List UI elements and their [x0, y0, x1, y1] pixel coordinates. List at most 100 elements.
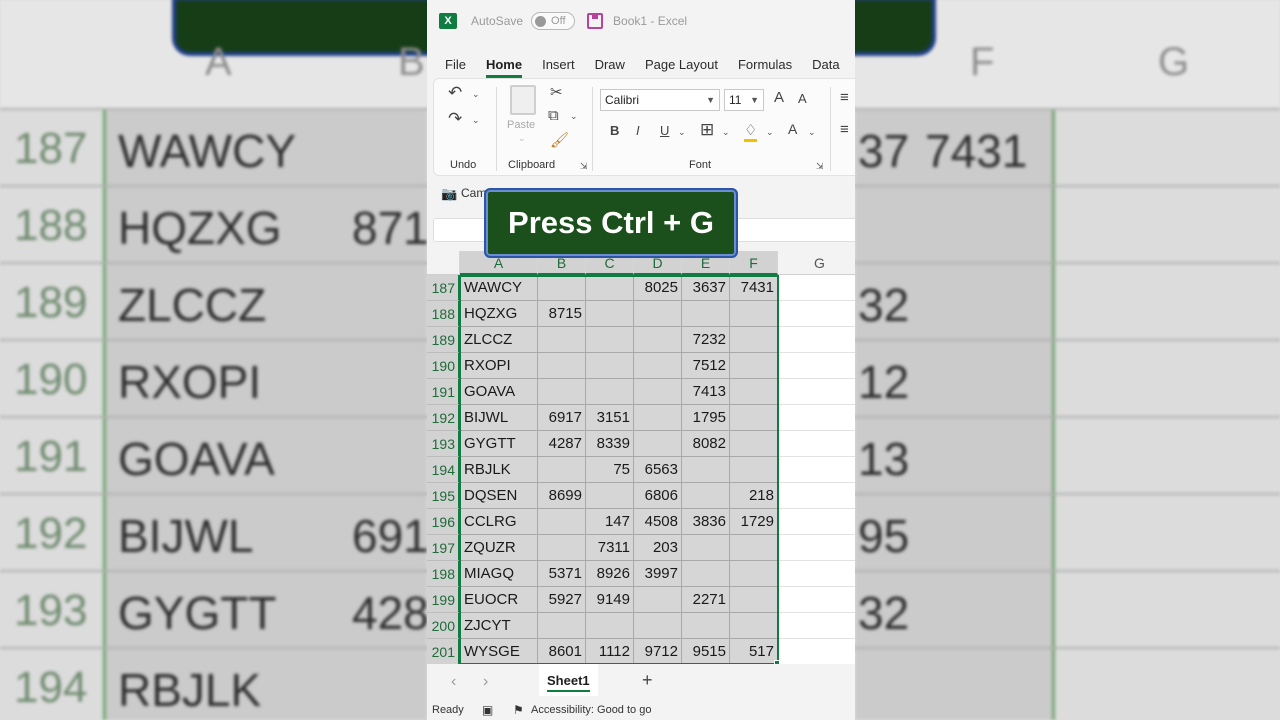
row-header[interactable]: 197 [427, 535, 460, 561]
cell-b[interactable] [538, 613, 586, 639]
cell-e[interactable]: 7512 [682, 353, 730, 379]
cell-g[interactable] [778, 587, 855, 613]
cell-a[interactable]: WYSGE [460, 639, 538, 665]
row-header[interactable]: 195 [427, 483, 460, 509]
cell-c[interactable]: 8339 [586, 431, 634, 457]
cell-b[interactable]: 5371 [538, 561, 586, 587]
paste-label[interactable]: Paste [507, 119, 535, 131]
cell-a[interactable]: WAWCY [460, 275, 538, 301]
row-header[interactable]: 199 [427, 587, 460, 613]
cell-a[interactable]: RXOPI [460, 353, 538, 379]
cut-icon[interactable]: ✂ [550, 83, 563, 101]
cell-c[interactable]: 1112 [586, 639, 634, 665]
cell-b[interactable]: 8699 [538, 483, 586, 509]
cell-d[interactable] [634, 405, 682, 431]
cell-c[interactable] [586, 613, 634, 639]
accessibility-icon[interactable]: ⚑ [513, 700, 524, 720]
cell-e[interactable]: 3836 [682, 509, 730, 535]
cell-f[interactable]: 218 [730, 483, 778, 509]
cell-c[interactable]: 9149 [586, 587, 634, 613]
cell-e[interactable] [682, 457, 730, 483]
cell-e[interactable]: 1795 [682, 405, 730, 431]
cell-e[interactable] [682, 301, 730, 327]
cell-b[interactable]: 5927 [538, 587, 586, 613]
cell-f[interactable]: 1729 [730, 509, 778, 535]
camera-icon[interactable]: 📷 [441, 186, 457, 202]
cell-b[interactable]: 8601 [538, 639, 586, 665]
cell-f[interactable] [730, 613, 778, 639]
fill-color-icon[interactable]: ♢ [744, 121, 758, 142]
cell-f[interactable] [730, 405, 778, 431]
tab-data[interactable]: Data [812, 57, 839, 78]
font-color-icon[interactable]: A [788, 121, 797, 137]
cell-d[interactable]: 6806 [634, 483, 682, 509]
cell-d[interactable] [634, 613, 682, 639]
cell-a[interactable]: GOAVA [460, 379, 538, 405]
cell-f[interactable] [730, 379, 778, 405]
cell-g[interactable] [778, 639, 855, 665]
align-left-icon[interactable]: ≡ [840, 121, 849, 138]
cell-c[interactable]: 3151 [586, 405, 634, 431]
italic-button[interactable]: I [636, 123, 640, 138]
cell-d[interactable]: 8025 [634, 275, 682, 301]
cell-g[interactable] [778, 613, 855, 639]
align-top-icon[interactable]: ≡ [840, 89, 849, 106]
macro-record-icon[interactable]: ▣ [482, 700, 493, 720]
cell-c[interactable] [586, 327, 634, 353]
cell-e[interactable] [682, 483, 730, 509]
cell-b[interactable]: 8715 [538, 301, 586, 327]
cell-c[interactable]: 7311 [586, 535, 634, 561]
cell-a[interactable]: EUOCR [460, 587, 538, 613]
cell-a[interactable]: BIJWL [460, 405, 538, 431]
cell-b[interactable]: 4287 [538, 431, 586, 457]
cell-d[interactable]: 4508 [634, 509, 682, 535]
cell-e[interactable] [682, 561, 730, 587]
cell-e[interactable]: 2271 [682, 587, 730, 613]
cell-c[interactable] [586, 483, 634, 509]
cell-g[interactable] [778, 535, 855, 561]
cell-e[interactable] [682, 613, 730, 639]
cell-a[interactable]: GYGTT [460, 431, 538, 457]
underline-dropdown-icon[interactable]: ⌄ [678, 127, 686, 138]
cell-g[interactable] [778, 379, 855, 405]
tab-home[interactable]: Home [485, 57, 523, 78]
cell-g[interactable] [778, 405, 855, 431]
cell-e[interactable]: 8082 [682, 431, 730, 457]
cell-b[interactable] [538, 379, 586, 405]
cell-d[interactable] [634, 431, 682, 457]
cell-g[interactable] [778, 431, 855, 457]
cell-a[interactable]: HQZXG [460, 301, 538, 327]
cell-c[interactable] [586, 275, 634, 301]
cell-g[interactable] [778, 301, 855, 327]
cell-d[interactable] [634, 301, 682, 327]
cell-c[interactable]: 8926 [586, 561, 634, 587]
underline-button[interactable]: U [660, 123, 669, 138]
format-painter-icon[interactable]: 🖌 [550, 131, 569, 149]
cell-b[interactable] [538, 275, 586, 301]
cell-c[interactable] [586, 301, 634, 327]
row-header[interactable]: 194 [427, 457, 460, 483]
cell-b[interactable] [538, 535, 586, 561]
cell-b[interactable] [538, 353, 586, 379]
cell-f[interactable] [730, 327, 778, 353]
cell-e[interactable]: 3637 [682, 275, 730, 301]
cell-e[interactable]: 7413 [682, 379, 730, 405]
redo-dropdown-icon[interactable]: ⌄ [472, 115, 480, 126]
font-color-dropdown-icon[interactable]: ⌄ [808, 127, 816, 138]
font-name-select[interactable]: Calibri ▼ [600, 89, 720, 111]
cell-a[interactable]: DQSEN [460, 483, 538, 509]
row-header[interactable]: 187 [427, 275, 460, 301]
cell-f[interactable] [730, 301, 778, 327]
cell-f[interactable] [730, 535, 778, 561]
row-header[interactable]: 196 [427, 509, 460, 535]
cell-a[interactable]: ZLCCZ [460, 327, 538, 353]
row-header[interactable]: 190 [427, 353, 460, 379]
cell-g[interactable] [778, 275, 855, 301]
cell-b[interactable] [538, 509, 586, 535]
cell-g[interactable] [778, 327, 855, 353]
row-header[interactable]: 189 [427, 327, 460, 353]
row-header[interactable]: 201 [427, 639, 460, 665]
redo-icon[interactable]: ↷ [448, 109, 462, 129]
undo-icon[interactable]: ↶ [448, 83, 462, 103]
cell-f[interactable]: 7431 [730, 275, 778, 301]
